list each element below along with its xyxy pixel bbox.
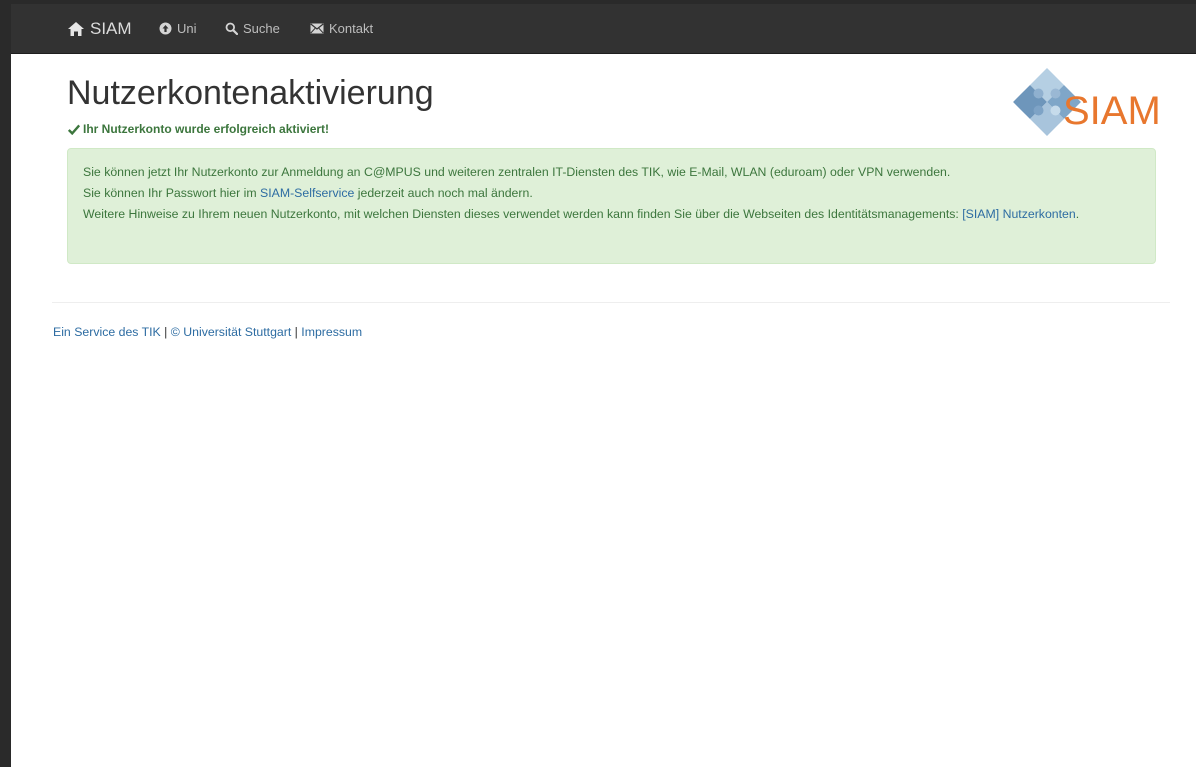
footer-link-uni-stuttgart[interactable]: © Universität Stuttgart (171, 325, 291, 339)
siam-nutzerkonten-link[interactable]: [SIAM] Nutzerkonten (962, 207, 1075, 221)
nav-item-suche[interactable]: Suche (225, 21, 280, 36)
success-message: Ihr Nutzerkonto wurde erfolgreich aktivi… (68, 122, 329, 136)
search-icon (225, 22, 238, 35)
nav-item-label: Suche (243, 21, 280, 36)
navbar: SIAM Uni Suche Kontakt (11, 4, 1196, 54)
nav-item-uni[interactable]: Uni (159, 21, 197, 36)
success-alert: Sie können jetzt Ihr Nutzerkonto zur Anm… (67, 148, 1156, 264)
nav-item-kontakt[interactable]: Kontakt (310, 21, 373, 36)
nav-item-label: Uni (177, 21, 197, 36)
alert-line-1: Sie können jetzt Ihr Nutzerkonto zur Anm… (83, 165, 951, 179)
footer-link-impressum[interactable]: Impressum (301, 325, 362, 339)
footer-separator: | (291, 325, 302, 339)
alert-line-2: Sie können Ihr Passwort hier im SIAM-Sel… (83, 183, 1140, 204)
siam-selfservice-link[interactable]: SIAM-Selfservice (260, 186, 354, 200)
alert-text: Weitere Hinweise zu Ihrem neuen Nutzerko… (83, 207, 963, 221)
alert-text: . (1075, 207, 1080, 221)
logo-text: SIAM (1063, 89, 1161, 133)
footer-link-tik[interactable]: Ein Service des TIK (53, 325, 161, 339)
window-frame-left (0, 0, 11, 767)
envelope-icon (310, 23, 324, 34)
page: SIAM Uni Suche Kontakt SIAM Nutzerkonten… (11, 4, 1196, 767)
page-title: Nutzerkontenaktivierung (67, 74, 434, 112)
success-message-text: Ihr Nutzerkonto wurde erfolgreich aktivi… (83, 122, 330, 136)
alert-text: jederzeit auch noch mal ändern. (354, 186, 533, 200)
footer-separator: | (160, 325, 171, 339)
nav-brand-siam[interactable]: SIAM (67, 19, 132, 39)
alert-line-3: Weitere Hinweise zu Ihrem neuen Nutzerko… (83, 204, 1140, 225)
nav-item-label: Kontakt (329, 21, 374, 36)
home-icon (68, 22, 84, 36)
footer: Ein Service des TIK | © Universität Stut… (53, 325, 362, 339)
checkmark-icon (68, 124, 80, 135)
nav-brand-label: SIAM (90, 19, 132, 38)
alert-text: Sie können Ihr Passwort hier im (83, 186, 261, 200)
footer-divider (52, 302, 1170, 303)
circle-arrow-up-icon (159, 22, 172, 35)
siam-logo: SIAM (1011, 66, 1171, 138)
